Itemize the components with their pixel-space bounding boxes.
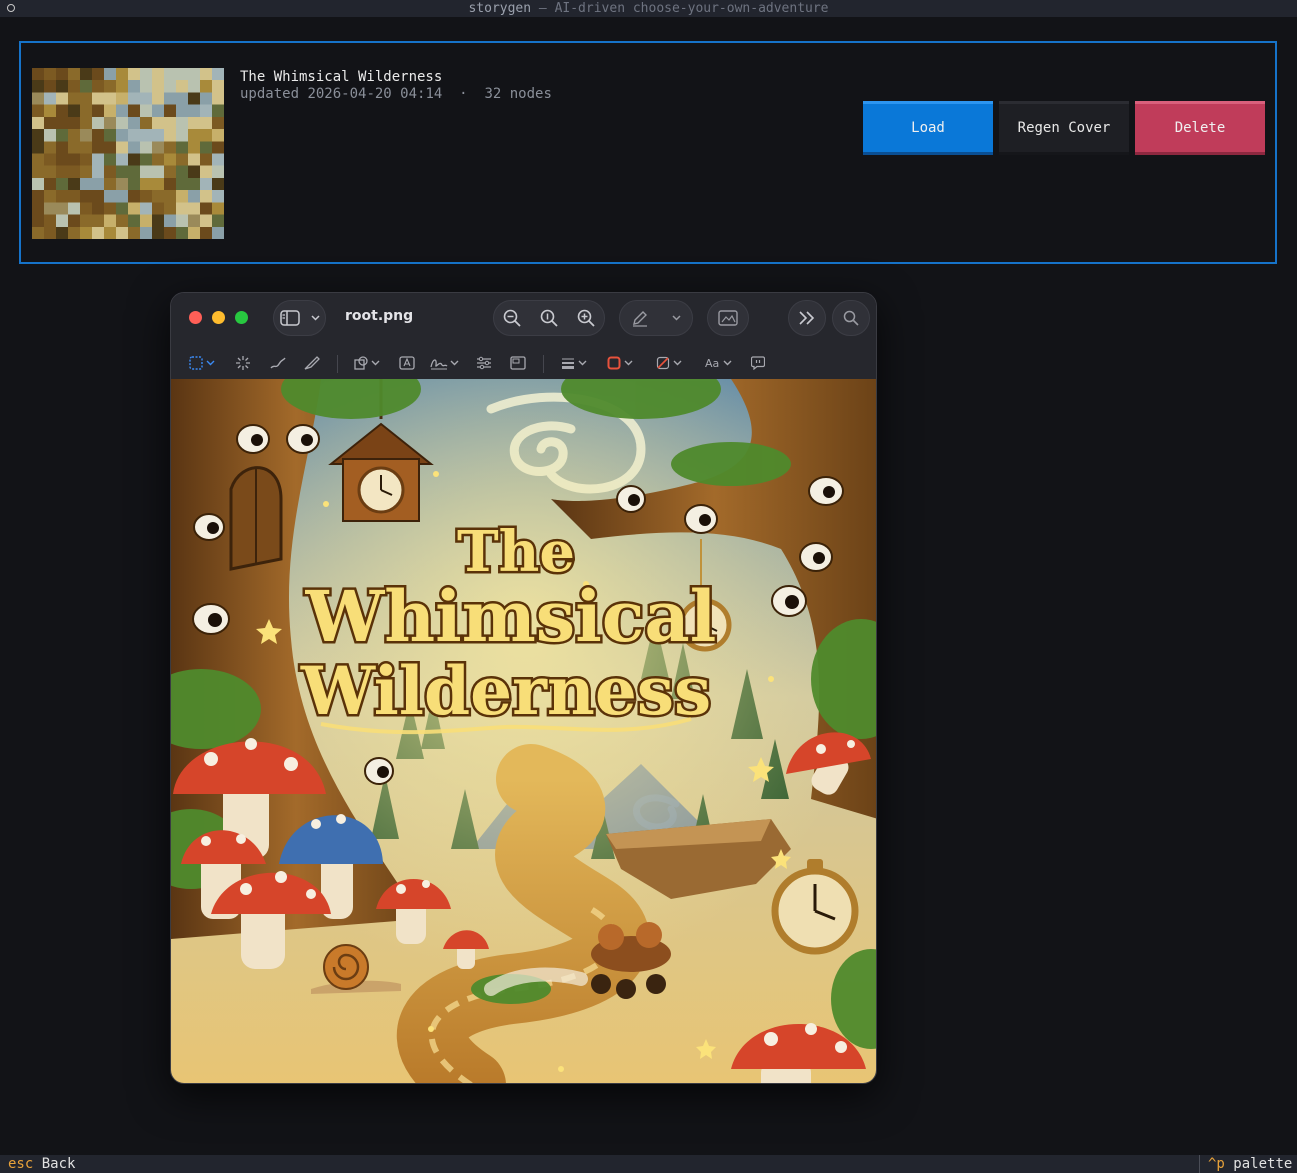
toolbar-divider bbox=[543, 355, 544, 373]
story-card[interactable]: The Whimsical Wilderness updated 2026-04… bbox=[19, 41, 1277, 264]
draw-tool-icon[interactable] bbox=[304, 356, 320, 370]
regen-cover-button[interactable]: Regen Cover bbox=[999, 101, 1129, 155]
load-button[interactable]: Load bbox=[863, 101, 993, 155]
toolbar-divider bbox=[337, 355, 338, 373]
app-status-dot-icon bbox=[7, 4, 15, 12]
story-thumbnail bbox=[32, 68, 224, 239]
zoom-in-icon[interactable] bbox=[577, 309, 595, 327]
preview-toolbar: root.png Aa bbox=[171, 293, 876, 379]
palette-shortcut[interactable]: ^p palette bbox=[1199, 1155, 1292, 1173]
story-title: The Whimsical Wilderness bbox=[240, 69, 443, 85]
sidebar-toggle-button[interactable] bbox=[273, 300, 326, 336]
zoom-out-icon[interactable] bbox=[503, 309, 521, 327]
meta-separator: · bbox=[459, 86, 468, 102]
palette-key: ^p bbox=[1208, 1156, 1225, 1172]
chevron-down-icon bbox=[310, 315, 320, 321]
close-window-icon[interactable] bbox=[189, 311, 202, 324]
story-meta: updated 2026-04-20 04:14 · 32 nodes bbox=[240, 86, 552, 102]
sidebar-icon bbox=[279, 310, 300, 326]
image-preview-window[interactable]: root.png Aa The Whimsical Wilderness bbox=[170, 292, 877, 1084]
zoom-controls bbox=[493, 300, 605, 336]
palette-label: palette bbox=[1233, 1156, 1293, 1172]
story-updated-label: updated bbox=[240, 86, 300, 102]
svg-text:Aa: Aa bbox=[705, 357, 719, 370]
line-style-icon[interactable] bbox=[561, 356, 589, 370]
back-shortcut[interactable]: esc Back bbox=[8, 1155, 75, 1173]
annotate-note-icon[interactable] bbox=[751, 356, 765, 370]
chevrons-right-icon bbox=[799, 311, 815, 325]
actual-size-icon[interactable] bbox=[540, 309, 558, 327]
text-box-icon[interactable] bbox=[399, 356, 415, 370]
sketch-tool-icon[interactable] bbox=[270, 356, 286, 370]
cover-title-line-2: Whimsical bbox=[305, 575, 717, 658]
preview-filename: root.png bbox=[345, 308, 414, 324]
app-titlebar: storygen — AI-driven choose-your-own-adv… bbox=[0, 0, 1297, 17]
markup-button[interactable] bbox=[619, 300, 693, 336]
text-style-icon[interactable]: Aa bbox=[705, 356, 733, 370]
chevron-down-icon bbox=[672, 315, 681, 321]
image-crop-icon bbox=[718, 310, 738, 326]
border-color-icon[interactable] bbox=[607, 356, 635, 370]
selection-tool-icon[interactable] bbox=[189, 356, 217, 370]
crop-button[interactable] bbox=[707, 300, 749, 336]
shapes-tool-icon[interactable] bbox=[354, 356, 382, 370]
search-icon bbox=[843, 310, 859, 326]
adjust-color-icon[interactable] bbox=[476, 356, 492, 370]
app-subtitle: — AI-driven choose-your-own-adventure bbox=[538, 1, 829, 16]
more-tools-button[interactable] bbox=[788, 300, 826, 336]
instant-alpha-icon[interactable] bbox=[236, 356, 250, 370]
fill-color-icon[interactable] bbox=[656, 356, 684, 370]
markup-toolbar: Aa bbox=[171, 349, 876, 379]
status-bar: esc Back ^p palette bbox=[0, 1155, 1297, 1173]
back-label: Back bbox=[41, 1156, 76, 1172]
story-updated-at: 2026-04-20 04:14 bbox=[307, 86, 443, 102]
story-node-count: 32 nodes bbox=[484, 86, 552, 102]
cover-title-line-3: Wilderness bbox=[300, 652, 711, 730]
search-button[interactable] bbox=[832, 300, 870, 336]
zoom-window-icon[interactable] bbox=[235, 311, 248, 324]
minimize-window-icon[interactable] bbox=[212, 311, 225, 324]
cover-image: The Whimsical Wilderness bbox=[171, 379, 876, 1083]
adjust-size-icon[interactable] bbox=[510, 356, 526, 370]
delete-button[interactable]: Delete bbox=[1135, 101, 1265, 155]
back-key: esc bbox=[8, 1156, 34, 1172]
pen-icon bbox=[633, 311, 648, 327]
app-name: storygen bbox=[468, 1, 532, 16]
signature-tool-icon[interactable] bbox=[430, 356, 460, 370]
